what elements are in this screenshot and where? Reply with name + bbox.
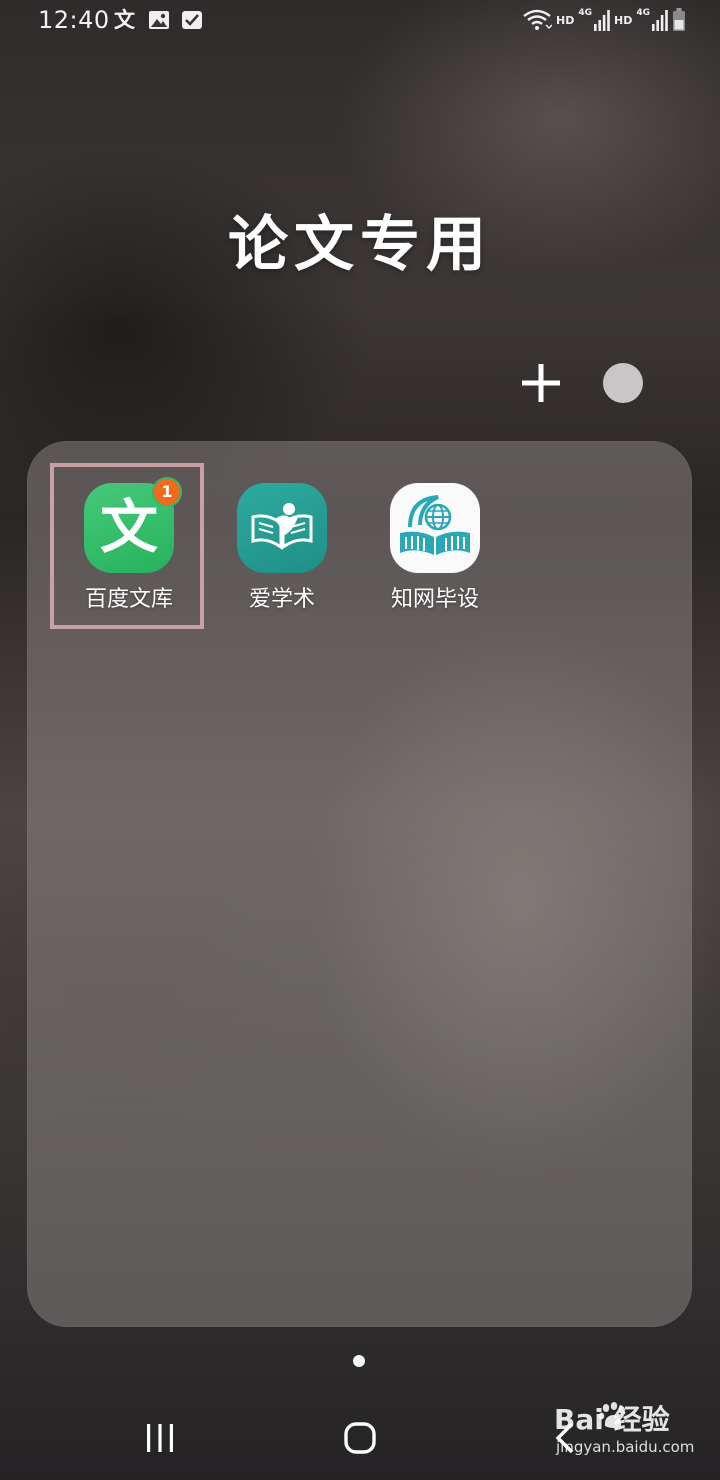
page-indicator-dot (353, 1355, 365, 1367)
notification-badge: 1 (152, 477, 182, 507)
app-label-aixueshu: 爱学术 (248, 587, 315, 612)
network-type-1: 4G (578, 8, 592, 18)
wifi-icon (523, 9, 552, 30)
plus-icon[interactable] (516, 358, 566, 408)
hd-label-2: HD (614, 13, 633, 27)
app-label-zhiwang-bishe: 知网毕设 (390, 587, 479, 612)
hd-label-1: HD (556, 13, 575, 27)
baidu-paw-icon (598, 1402, 625, 1428)
checkbox-notification-icon (182, 11, 202, 29)
globe-book-icon (400, 495, 470, 555)
signal-2-icon (652, 10, 668, 31)
folder-color-button[interactable] (603, 363, 643, 403)
signal-1-icon (594, 10, 610, 31)
aixueshu-icon[interactable] (237, 483, 327, 573)
app-aixueshu[interactable]: 爱学术 (212, 483, 352, 633)
folder-panel: 文 1 百度文库 爱学术 知网毕设 (27, 441, 692, 1327)
app-baidu-wenku[interactable]: 文 1 百度文库 (59, 477, 199, 633)
open-book-figure-icon (251, 503, 313, 550)
network-type-2: 4G (636, 8, 650, 18)
image-notification-icon (149, 11, 169, 29)
status-bar: 12:40 文 HD 4G HD 4G (0, 0, 720, 42)
folder-title[interactable]: 论文专用 (0, 196, 720, 283)
baidu-wenku-icon[interactable]: 文 1 (84, 477, 182, 573)
wenku-notification-icon: 文 (114, 8, 135, 32)
app-zhiwang-bishe[interactable]: 知网毕设 (365, 483, 505, 633)
home-icon[interactable] (340, 1418, 380, 1458)
back-icon[interactable] (548, 1418, 588, 1458)
battery-icon (673, 8, 685, 31)
app-label-baidu-wenku: 百度文库 (84, 587, 173, 612)
status-right-group: HD 4G HD 4G (522, 6, 686, 34)
zhiwang-bishe-icon[interactable] (390, 483, 480, 573)
status-time: 12:40 (38, 6, 110, 34)
recents-icon[interactable] (140, 1418, 180, 1458)
